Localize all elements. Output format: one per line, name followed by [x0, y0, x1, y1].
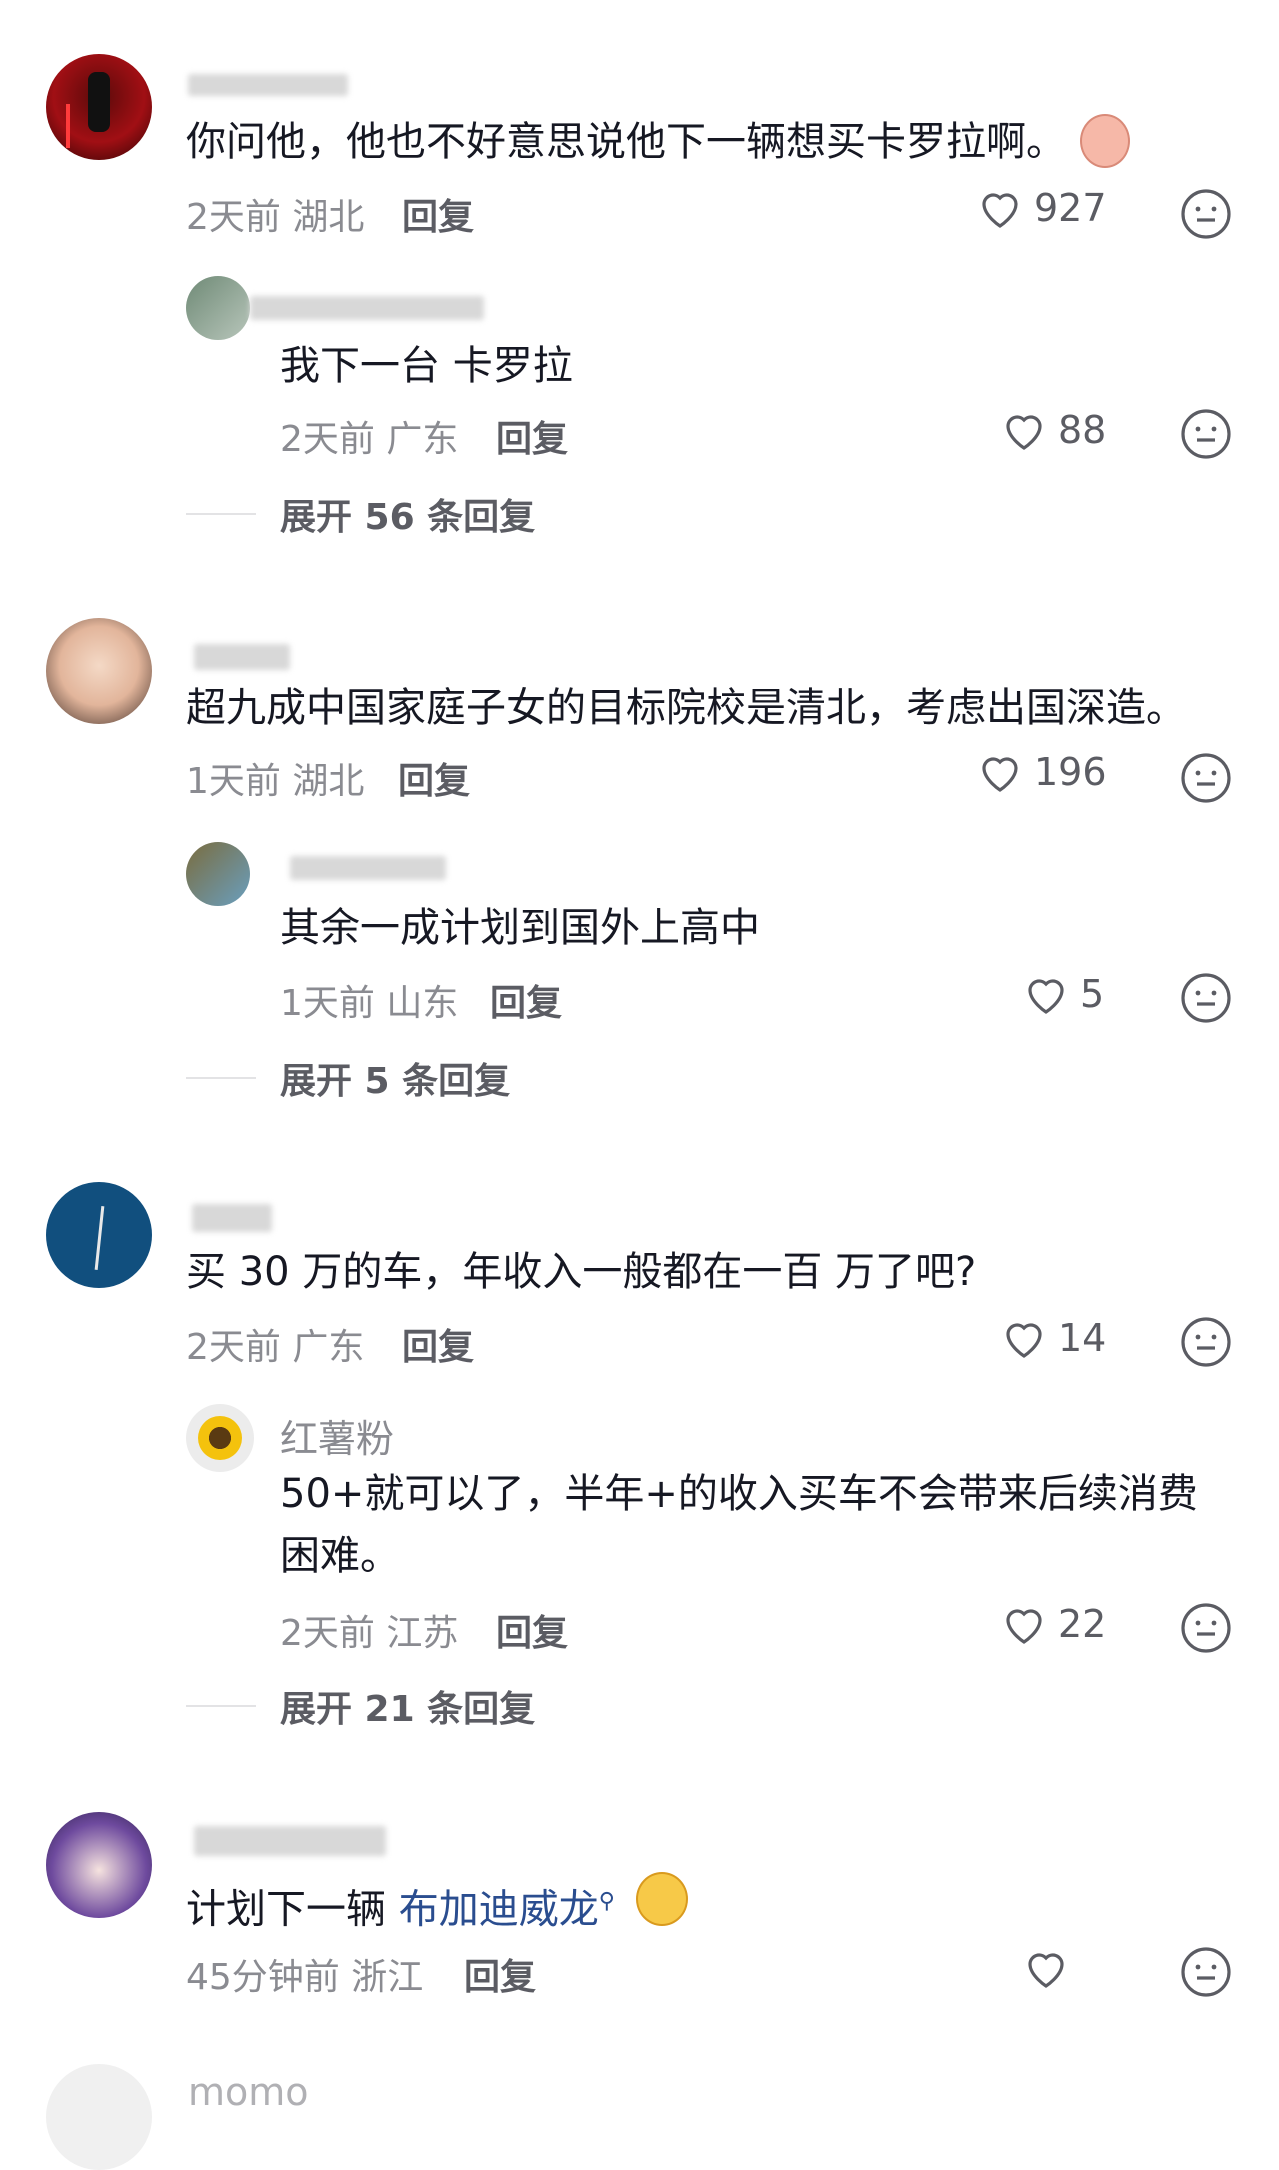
- reply-meta: 1天前 山东: [280, 983, 459, 1024]
- reply-button[interactable]: 回复: [402, 1318, 474, 1370]
- like-button[interactable]: 22: [1000, 1602, 1106, 1646]
- meh-face-icon[interactable]: [1180, 752, 1232, 804]
- heart-outline-icon: [1006, 1323, 1042, 1358]
- like-button[interactable]: 927: [976, 186, 1107, 230]
- avatar[interactable]: [186, 276, 250, 340]
- reply-button[interactable]: 回复: [402, 188, 474, 240]
- heart-outline-icon: [1028, 1953, 1064, 1988]
- like-button[interactable]: 88: [1000, 408, 1106, 452]
- reply-text: 其余一成计划到国外上高中: [280, 905, 760, 951]
- comment-text: 你问他，他也不好意思说他下一辆想买卡罗拉啊。: [186, 119, 1066, 165]
- comment-text: 买 30 万的车，年收入一般都在一百 万了吧?: [186, 1249, 977, 1295]
- avatar[interactable]: [186, 1404, 254, 1472]
- username-blurred[interactable]: [192, 1204, 272, 1232]
- like-count: 14: [1058, 1316, 1107, 1360]
- meh-face-icon[interactable]: [1180, 1602, 1232, 1654]
- heart-outline-icon: [982, 193, 1018, 228]
- heart-outline-icon: [982, 757, 1018, 792]
- reply-username[interactable]: 红薯粉: [280, 1408, 394, 1463]
- comment-meta: 2天前 湖北: [186, 197, 365, 238]
- avatar[interactable]: [46, 618, 152, 724]
- username-blurred[interactable]: [250, 296, 484, 320]
- avatar[interactable]: [186, 842, 250, 906]
- like-button[interactable]: 5: [1022, 972, 1104, 1016]
- comment-meta: 1天前 湖北: [186, 761, 365, 802]
- meh-face-icon[interactable]: [1180, 188, 1232, 240]
- divider: [186, 513, 256, 515]
- expand-replies-button[interactable]: 展开 21 条回复: [186, 1680, 535, 1732]
- reply-meta: 2天前 江苏: [280, 1613, 459, 1654]
- username-blurred[interactable]: [188, 74, 348, 96]
- emoji-icon: [636, 1872, 688, 1926]
- expand-replies-button[interactable]: 展开 5 条回复: [186, 1052, 510, 1104]
- username-blurred[interactable]: [194, 644, 290, 670]
- reply-text-line1: 50+就可以了，半年+的收入买车不会带来后续消费: [280, 1471, 1198, 1517]
- heart-outline-icon: [1006, 1609, 1042, 1644]
- reply-text-line2: 困难。: [280, 1533, 400, 1579]
- sunflower-icon: [198, 1416, 242, 1460]
- expand-replies-button[interactable]: 展开 56 条回复: [186, 488, 535, 540]
- comment-meta: 2天前 广东: [186, 1327, 365, 1368]
- avatar[interactable]: [46, 54, 152, 160]
- comment-meta: 45分钟前 浙江: [186, 1957, 424, 1998]
- reply-button[interactable]: 回复: [490, 974, 562, 1026]
- comment-text: 超九成中国家庭子女的目标院校是清北，考虑出国深造。: [186, 685, 1186, 731]
- reply-text: 我下一台 卡罗拉: [280, 343, 573, 389]
- comment-text: 计划下一辆 布加迪威龙⚲: [186, 1886, 615, 1933]
- meh-face-icon[interactable]: [1180, 972, 1232, 1024]
- divider: [186, 1705, 256, 1707]
- avatar[interactable]: [46, 2064, 152, 2170]
- meh-face-icon[interactable]: [1180, 1316, 1232, 1368]
- like-button[interactable]: [1022, 1946, 1080, 1990]
- avatar[interactable]: [46, 1812, 152, 1918]
- emoji-icon: [1080, 114, 1130, 168]
- avatar[interactable]: [46, 1182, 152, 1288]
- like-count: 88: [1058, 408, 1107, 452]
- heart-outline-icon: [1006, 415, 1042, 450]
- reply-button[interactable]: 回复: [398, 752, 470, 804]
- username-blurred[interactable]: [194, 1826, 386, 1856]
- like-count: 5: [1080, 972, 1105, 1016]
- like-button[interactable]: 14: [1000, 1316, 1106, 1360]
- like-button[interactable]: 196: [976, 750, 1107, 794]
- reply-meta: 2天前 广东: [280, 419, 459, 460]
- like-count: 22: [1058, 1602, 1107, 1646]
- reply-button[interactable]: 回复: [464, 1948, 536, 2000]
- username-blurred[interactable]: [290, 856, 446, 880]
- search-icon[interactable]: ⚲: [599, 1889, 615, 1914]
- meh-face-icon[interactable]: [1180, 408, 1232, 460]
- meh-face-icon[interactable]: [1180, 1946, 1232, 1998]
- username[interactable]: momo: [188, 2070, 309, 2114]
- like-count: 196: [1034, 750, 1107, 794]
- divider: [186, 1077, 256, 1079]
- like-count: 927: [1034, 186, 1107, 230]
- heart-outline-icon: [1028, 979, 1064, 1014]
- reply-button[interactable]: 回复: [496, 1604, 568, 1656]
- reply-button[interactable]: 回复: [496, 410, 568, 462]
- search-link[interactable]: 布加迪威龙: [399, 1886, 599, 1932]
